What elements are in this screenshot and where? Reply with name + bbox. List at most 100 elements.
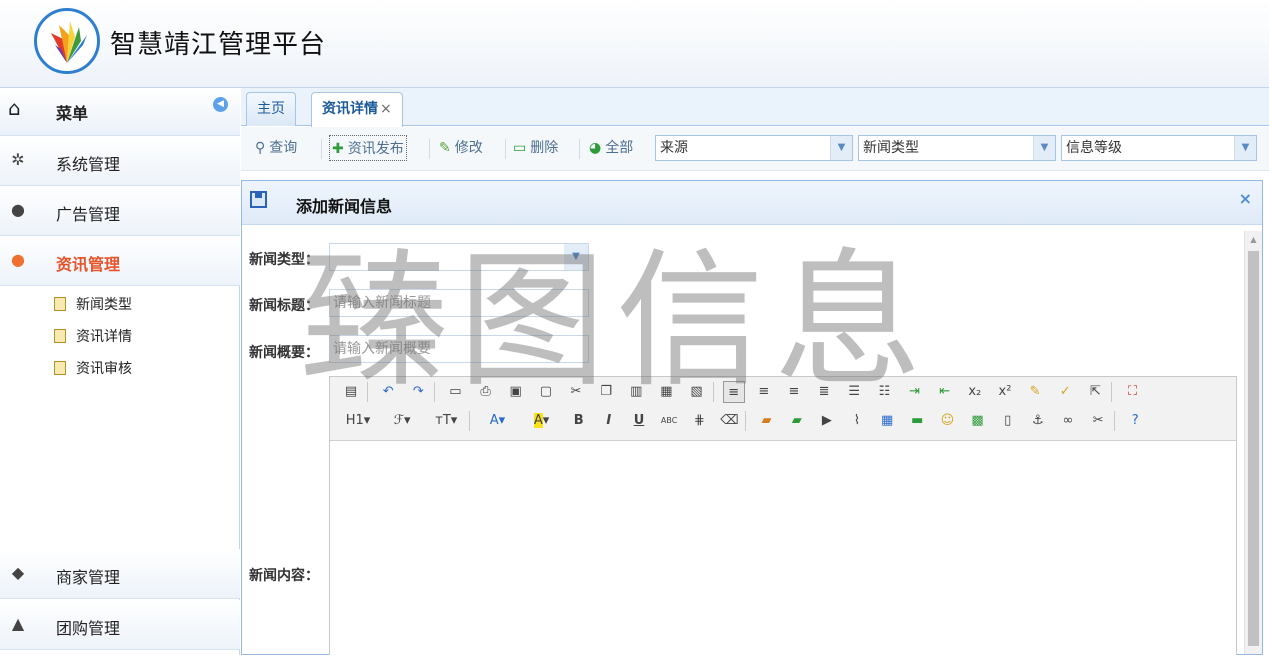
flash-icon[interactable]: ▶ xyxy=(816,410,838,432)
outdent-icon[interactable]: ⇤ xyxy=(934,381,956,403)
editor-toolbar: ▤ ↶ ↷ ▭ ⎙ ▣ ▢ ✂ ❐ ▥ ▦ ▧ ≡ ≡ ≡ ≣ ☰ ☷ ⇥ ⇤ xyxy=(330,377,1236,441)
chat-bubble-icon: ● xyxy=(11,250,25,269)
document-icon xyxy=(54,297,66,311)
chevron-down-icon[interactable]: ▼ xyxy=(564,244,588,270)
unordered-list-icon[interactable]: ☷ xyxy=(873,381,895,403)
eraser-icon[interactable]: ⌫ xyxy=(718,410,740,432)
paste-icon[interactable]: ▥ xyxy=(625,381,647,403)
sidebar-item-label: 系统管理 xyxy=(56,155,121,174)
sidebar-item-news[interactable]: ● 资讯管理 xyxy=(0,236,240,286)
minus-icon: ▭ xyxy=(513,140,527,156)
superscript-icon[interactable]: x² xyxy=(994,381,1016,403)
unlink-icon[interactable]: ✂ xyxy=(1087,410,1109,432)
print-icon[interactable]: ⎙ xyxy=(475,381,497,403)
news-type-filter-select[interactable]: 新闻类型 ▼ xyxy=(858,135,1056,161)
add-news-dialog: 添加新闻信息 × 新闻类型： ▼ 新闻标题： 请输入新闻标题 新闻概要： 请输入… xyxy=(241,180,1263,655)
tab-news-detail[interactable]: 资讯详情 × xyxy=(311,92,403,127)
spellcheck-icon[interactable]: ✓ xyxy=(1054,381,1076,403)
document-icon xyxy=(54,329,66,343)
paste-word-icon[interactable]: ▧ xyxy=(686,381,708,403)
align-left-icon[interactable]: ≡ xyxy=(722,381,745,403)
sidebar-item-ads[interactable]: ● 广告管理 xyxy=(0,186,240,236)
app-header: 智慧靖江管理平台 xyxy=(0,0,1269,88)
page-break-icon[interactable]: ▯ xyxy=(997,410,1019,432)
home-icon[interactable]: ⌂ xyxy=(8,96,21,120)
select-all-icon[interactable]: ⇱ xyxy=(1084,381,1106,403)
clear-format-icon[interactable]: ✎ xyxy=(1024,381,1046,403)
edit-button[interactable]: ✎ 修改 xyxy=(439,135,483,161)
scroll-up-icon[interactable]: ▲ xyxy=(1245,231,1262,249)
source-filter-select[interactable]: 来源 ▼ xyxy=(655,135,853,161)
multi-image-icon[interactable]: ▰ xyxy=(786,410,808,432)
align-center-icon[interactable]: ≡ xyxy=(753,381,775,403)
sidebar-item-label: 广告管理 xyxy=(56,205,121,224)
font-family-icon[interactable]: ℱ▾ xyxy=(384,410,420,432)
tab-home[interactable]: 主页 xyxy=(246,92,296,126)
dialog-scrollbar[interactable]: ▲ xyxy=(1244,231,1262,654)
image-icon[interactable]: ▰ xyxy=(756,410,778,432)
sidebar-item-groupbuy[interactable]: ▲ 团购管理 xyxy=(0,600,240,650)
level-filter-select[interactable]: 信息等级 ▼ xyxy=(1061,135,1257,161)
align-right-icon[interactable]: ≡ xyxy=(783,381,805,403)
chevron-down-icon[interactable]: ▼ xyxy=(830,136,852,160)
rich-text-editor[interactable]: ▤ ↶ ↷ ▭ ⎙ ▣ ▢ ✂ ❐ ▥ ▦ ▧ ≡ ≡ ≡ ≣ ☰ ☷ ⇥ ⇤ xyxy=(329,376,1237,655)
chevron-down-icon[interactable]: ▼ xyxy=(1033,136,1055,160)
strikethrough-icon[interactable]: ABC xyxy=(658,410,680,432)
font-color-icon[interactable]: A▾ xyxy=(479,410,515,432)
template-icon[interactable]: ▣ xyxy=(505,381,527,403)
cut-icon[interactable]: ✂ xyxy=(565,381,587,403)
underline-icon[interactable]: U xyxy=(628,410,650,432)
subscript-icon[interactable]: x₂ xyxy=(964,381,986,403)
sidebar-item-merchants[interactable]: ◆ 商家管理 xyxy=(0,549,240,599)
news-summary-label: 新闻概要： xyxy=(249,345,319,361)
menu-label: 菜单 xyxy=(56,104,89,123)
line-height-icon[interactable]: ⋕ xyxy=(688,410,710,432)
code-icon[interactable]: ▢ xyxy=(535,381,557,403)
bold-icon[interactable]: B xyxy=(568,410,590,432)
emoticon-icon[interactable]: ☺ xyxy=(936,410,958,432)
sidebar-item-system[interactable]: ✲ 系统管理 xyxy=(0,136,240,186)
help-icon[interactable]: ? xyxy=(1124,410,1146,432)
map-icon[interactable]: ▩ xyxy=(967,410,989,432)
fullscreen-icon[interactable]: ⛶ xyxy=(1122,381,1144,403)
news-type-select[interactable]: ▼ xyxy=(329,243,589,271)
query-button[interactable]: ⚲ 查询 xyxy=(255,135,297,161)
preview-icon[interactable]: ▭ xyxy=(444,381,466,403)
italic-icon[interactable]: I xyxy=(598,410,620,432)
undo-icon[interactable]: ↶ xyxy=(377,381,399,403)
copy-icon[interactable]: ❐ xyxy=(595,381,617,403)
ordered-list-icon[interactable]: ☰ xyxy=(843,381,865,403)
paste-text-icon[interactable]: ▦ xyxy=(655,381,677,403)
sub-item-news-type[interactable]: 新闻类型 xyxy=(54,294,132,316)
highlight-icon[interactable]: A▾ xyxy=(524,410,560,432)
sidebar: ⌂ 菜单 ◀ ✲ 系统管理 ● 广告管理 ● 资讯管理 新闻类型 资讯详情 资讯… xyxy=(0,88,240,655)
attachment-icon[interactable]: ⌇ xyxy=(846,410,868,432)
tab-bar: 主页 资讯详情 × xyxy=(241,88,1269,127)
news-title-input[interactable]: 请输入新闻标题 xyxy=(329,289,589,317)
sidebar-item-label: 团购管理 xyxy=(56,619,121,638)
align-justify-icon[interactable]: ≣ xyxy=(813,381,835,403)
chevron-down-icon[interactable]: ▼ xyxy=(1234,136,1256,160)
close-tab-icon[interactable]: × xyxy=(380,101,392,117)
link-icon[interactable]: ∞ xyxy=(1057,410,1079,432)
document-icon xyxy=(54,361,66,375)
pie-chart-icon: ◕ xyxy=(589,140,602,156)
heading-icon[interactable]: H1▾ xyxy=(340,410,376,432)
sub-item-news-detail[interactable]: 资讯详情 xyxy=(54,326,132,348)
source-icon[interactable]: ▤ xyxy=(340,381,362,403)
delete-button[interactable]: ▭ 删除 xyxy=(513,135,558,161)
indent-icon[interactable]: ⇥ xyxy=(904,381,926,403)
publish-button[interactable]: ✚ 资讯发布 xyxy=(329,135,407,161)
sub-item-news-review[interactable]: 资讯审核 xyxy=(54,358,132,380)
all-button[interactable]: ◕ 全部 xyxy=(589,135,633,161)
redo-icon[interactable]: ↷ xyxy=(407,381,429,403)
collapse-icon[interactable]: ◀ xyxy=(213,97,228,112)
table-icon[interactable]: ▦ xyxy=(876,410,898,432)
close-icon[interactable]: × xyxy=(1239,189,1252,208)
news-summary-input[interactable]: 请输入新闻概要 xyxy=(329,335,589,363)
anchor-icon[interactable]: ⚓ xyxy=(1027,410,1049,432)
search-icon: ⚲ xyxy=(255,140,266,156)
horizontal-rule-icon[interactable]: ▬ xyxy=(906,410,928,432)
scroll-thumb[interactable] xyxy=(1248,251,1259,646)
font-size-icon[interactable]: тT▾ xyxy=(428,410,464,432)
